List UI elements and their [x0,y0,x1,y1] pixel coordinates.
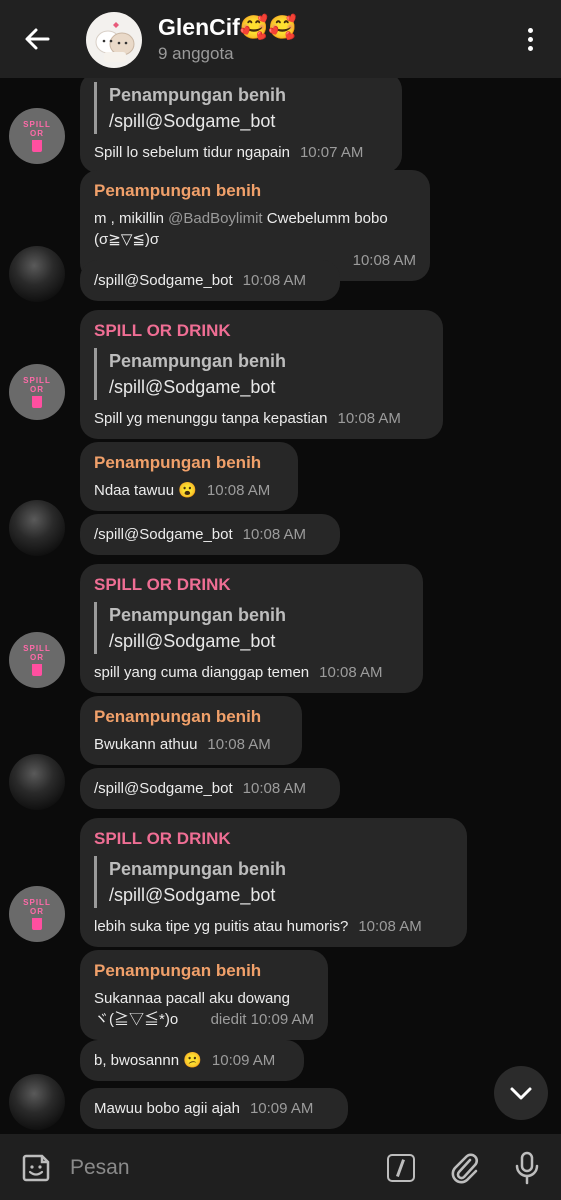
message-time: 10:08 AM [242,526,307,543]
sender-name[interactable]: Penampungan benih [94,452,284,474]
message-time: 10:08 AM [358,918,422,935]
message-bubble[interactable]: Penampungan benih Ndaa tawuu 😮 10:08 AM [80,442,298,511]
sender-name[interactable]: SPILL OR DRINK [94,574,409,596]
message-text: Ndaa tawuu 😮 [94,482,197,499]
bot-avatar[interactable]: SPILL OR [9,632,65,688]
user-avatar[interactable] [9,246,65,302]
message-time: 10:08 AM [352,252,416,269]
sender-name[interactable]: Penampungan benih [94,706,288,728]
message-bubble[interactable]: SPILL OR DRINK Penampungan benih /spill@… [80,564,423,693]
message-input[interactable]: Pesan [70,1156,130,1180]
microphone-icon[interactable] [512,1150,542,1186]
message-bubble[interactable]: Penampungan benih Sukannaa pacall aku do… [80,950,328,1040]
reply-quote[interactable]: Penampungan benih /spill@Sodgame_bot [94,82,388,134]
message-time: 10:08 AM [337,410,401,427]
message-bubble[interactable]: /spill@Sodgame_bot 10:08 AM [80,260,340,301]
chat-title[interactable]: GlenCif🥰🥰 [158,14,297,41]
message-time: 10:08 AM [207,736,271,753]
message-text: spill yang cuma dianggap temen [94,664,310,681]
message-text: Sukannaa pacall aku dowang [94,990,290,1007]
message-text: b, bwosannn 😕 [94,1052,202,1069]
message-time: diedit 10:09 AM [210,1011,314,1028]
message-time: 10:09 AM [249,1100,314,1117]
message-text: /spill@Sodgame_bot [94,780,233,797]
message-bubble[interactable]: Penampungan benih Bwukann athuu 10:08 AM [80,696,302,765]
message-list[interactable]: SPILL OR Penampungan benih /spill@Sodgame… [0,78,561,1134]
bot-command-icon[interactable] [387,1154,415,1182]
message-time: 10:08 AM [206,482,271,499]
message-text: /spill@Sodgame_bot [94,526,233,543]
bot-avatar[interactable]: SPILL OR [9,108,65,164]
message-bubble[interactable]: Penampungan benih /spill@Sodgame_bot Spi… [80,78,402,173]
message-text: Bwukann athuu [94,736,198,753]
chevron-down-icon [510,1087,532,1100]
more-options-icon[interactable] [520,26,540,56]
message-time: 10:08 AM [242,272,307,289]
sticker-icon[interactable] [20,1152,52,1184]
message-bubble[interactable]: SPILL OR DRINK Penampungan benih /spill@… [80,818,467,947]
message-text: Mawuu bobo agii ajah [94,1100,240,1117]
reply-quote[interactable]: Penampungan benih /spill@Sodgame_bot [94,602,409,654]
message-bubble[interactable]: /spill@Sodgame_bot 10:08 AM [80,768,340,809]
message-bubble[interactable]: Mawuu bobo agii ajah 10:09 AM [80,1088,348,1129]
user-avatar[interactable] [9,500,65,556]
sender-name[interactable]: SPILL OR DRINK [94,828,453,850]
reply-quote[interactable]: Penampungan benih /spill@Sodgame_bot [94,348,429,400]
message-bubble[interactable]: /spill@Sodgame_bot 10:08 AM [80,514,340,555]
user-avatar[interactable] [9,754,65,810]
scroll-down-button[interactable] [494,1066,548,1120]
member-count: 9 anggota [158,44,234,63]
reply-quote[interactable]: Penampungan benih /spill@Sodgame_bot [94,856,453,908]
message-time: 10:08 AM [242,780,307,797]
group-avatar[interactable] [86,12,142,68]
attach-icon[interactable] [448,1150,480,1186]
message-text: Spill yg menunggu tanpa kepastian [94,410,328,427]
back-arrow-icon[interactable] [22,24,52,54]
mention-link[interactable]: @BadBoylimit [168,210,262,227]
bot-avatar[interactable]: SPILL OR [9,364,65,420]
sender-name[interactable]: SPILL OR DRINK [94,320,429,342]
message-time: 10:07 AM [299,144,364,161]
message-time: 10:08 AM [319,664,383,681]
message-bubble[interactable]: b, bwosannn 😕 10:09 AM [80,1040,304,1081]
message-text: lebih suka tipe yg puitis atau humoris? [94,918,349,935]
message-input-bar: Pesan [0,1134,561,1200]
bot-avatar[interactable]: SPILL OR [9,886,65,942]
message-text: /spill@Sodgame_bot [94,272,233,289]
message-text: Spill lo sebelum tidur ngapain [94,144,290,161]
message-bubble[interactable]: SPILL OR DRINK Penampungan benih /spill@… [80,310,443,439]
user-avatar[interactable] [9,1074,65,1130]
sender-name[interactable]: Penampungan benih [94,180,416,202]
message-time: 10:09 AM [211,1052,276,1069]
chat-header: GlenCif🥰🥰 9 anggota [0,0,561,78]
sender-name[interactable]: Penampungan benih [94,960,314,982]
